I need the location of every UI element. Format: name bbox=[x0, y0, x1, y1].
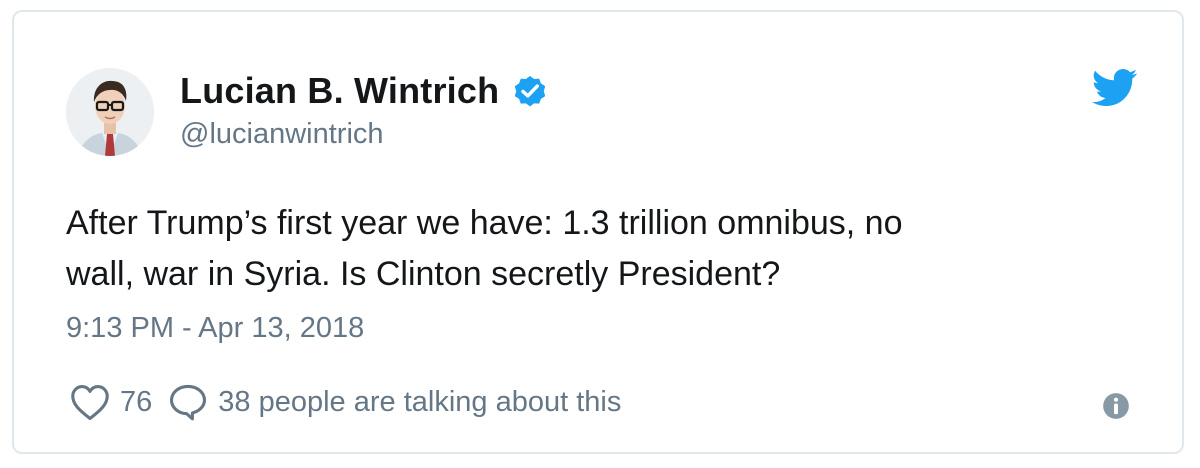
heart-icon bbox=[68, 380, 112, 424]
tweet-text-line: After Trump’s first year we have: 1.3 tr… bbox=[66, 204, 903, 242]
twitter-bird-icon[interactable] bbox=[1091, 68, 1138, 108]
author-header: Lucian B. Wintrich bbox=[180, 68, 549, 114]
tweet-card: Lucian B. Wintrich @lucianwintrich After… bbox=[12, 10, 1184, 454]
info-icon[interactable] bbox=[1102, 392, 1130, 420]
tweet-actions: 76 38 people are talking about this bbox=[68, 378, 621, 426]
display-name[interactable]: Lucian B. Wintrich bbox=[180, 70, 499, 112]
reply-button[interactable]: 38 people are talking about this bbox=[166, 380, 621, 424]
like-button[interactable]: 76 bbox=[68, 380, 166, 424]
verified-badge-icon bbox=[511, 72, 549, 110]
tweet-text-line: wall, war in Syria. Is Clinton secretly … bbox=[66, 255, 781, 293]
avatar[interactable] bbox=[66, 68, 154, 156]
tweet-text: After Trump’s first year we have: 1.3 tr… bbox=[66, 198, 1126, 300]
talking-count: 38 people are talking about this bbox=[218, 385, 622, 418]
author-handle[interactable]: @lucianwintrich bbox=[180, 118, 384, 151]
tweet-timestamp[interactable]: 9:13 PM - Apr 13, 2018 bbox=[66, 312, 364, 345]
speech-bubble-icon bbox=[166, 380, 210, 424]
like-count: 76 bbox=[120, 385, 153, 418]
